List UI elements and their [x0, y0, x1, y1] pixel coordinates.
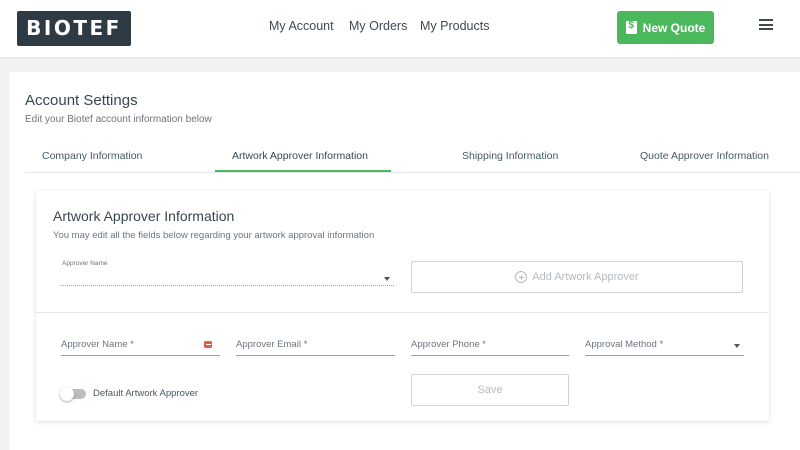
tab-shipping-information[interactable]: Shipping Information: [462, 150, 558, 162]
nav-my-account[interactable]: My Account: [269, 19, 334, 33]
artwork-approver-card: Artwork Approver Information You may edi…: [36, 191, 769, 421]
section-divider: [36, 312, 769, 313]
approver-name-input[interactable]: Approver Name *: [61, 336, 220, 356]
nav-my-orders[interactable]: My Orders: [349, 19, 407, 33]
add-artwork-approver-button[interactable]: Add Artwork Approver: [411, 261, 743, 293]
tab-quote-approver-information[interactable]: Quote Approver Information: [640, 150, 769, 162]
default-artwork-approver-toggle[interactable]: [60, 387, 86, 401]
account-settings-panel: Account Settings Edit your Biotef accoun…: [9, 72, 800, 450]
top-header: BIOTEF My Account My Orders My Products …: [0, 0, 800, 57]
section-subtitle: You may edit all the fields below regard…: [53, 230, 375, 241]
hamburger-menu-icon[interactable]: [759, 19, 773, 30]
tab-artwork-approver-information[interactable]: Artwork Approver Information: [232, 150, 368, 162]
dollar-document-icon: [625, 20, 637, 34]
default-artwork-approver-label: Default Artwork Approver: [93, 388, 199, 399]
approval-method-select[interactable]: Approval Method *: [585, 336, 744, 356]
approver-phone-input[interactable]: Approver Phone *: [411, 336, 569, 356]
plus-circle-icon: [515, 271, 528, 283]
section-title: Artwork Approver Information: [53, 208, 235, 224]
nav-my-products[interactable]: My Products: [420, 19, 489, 33]
approver-name-label: Approver Name *: [61, 339, 134, 350]
caret-down-icon: [734, 344, 740, 348]
tab-company-information[interactable]: Company Information: [42, 150, 142, 162]
new-quote-label: New Quote: [642, 20, 706, 35]
new-quote-button[interactable]: New Quote: [617, 11, 714, 44]
approval-method-label: Approval Method *: [585, 339, 664, 350]
save-button[interactable]: Save: [411, 374, 569, 406]
page-title: Account Settings: [25, 92, 138, 109]
toggle-knob: [60, 387, 74, 401]
approver-phone-label: Approver Phone *: [411, 339, 486, 350]
approver-name-select[interactable]: [61, 285, 394, 286]
approver-select-label: Approver Name: [62, 260, 108, 267]
approver-email-label: Approver Email *: [236, 339, 308, 350]
biotef-logo[interactable]: BIOTEF: [17, 11, 131, 46]
red-autofill-badge-icon[interactable]: [204, 341, 212, 348]
page-subtitle: Edit your Biotef account information bel…: [25, 114, 212, 125]
settings-tabs: Company Information Artwork Approver Inf…: [25, 142, 800, 173]
approver-email-input[interactable]: Approver Email *: [236, 336, 395, 356]
active-tab-indicator: [215, 170, 391, 172]
caret-down-icon[interactable]: [384, 277, 390, 281]
add-artwork-approver-label: Add Artwork Approver: [532, 271, 639, 283]
